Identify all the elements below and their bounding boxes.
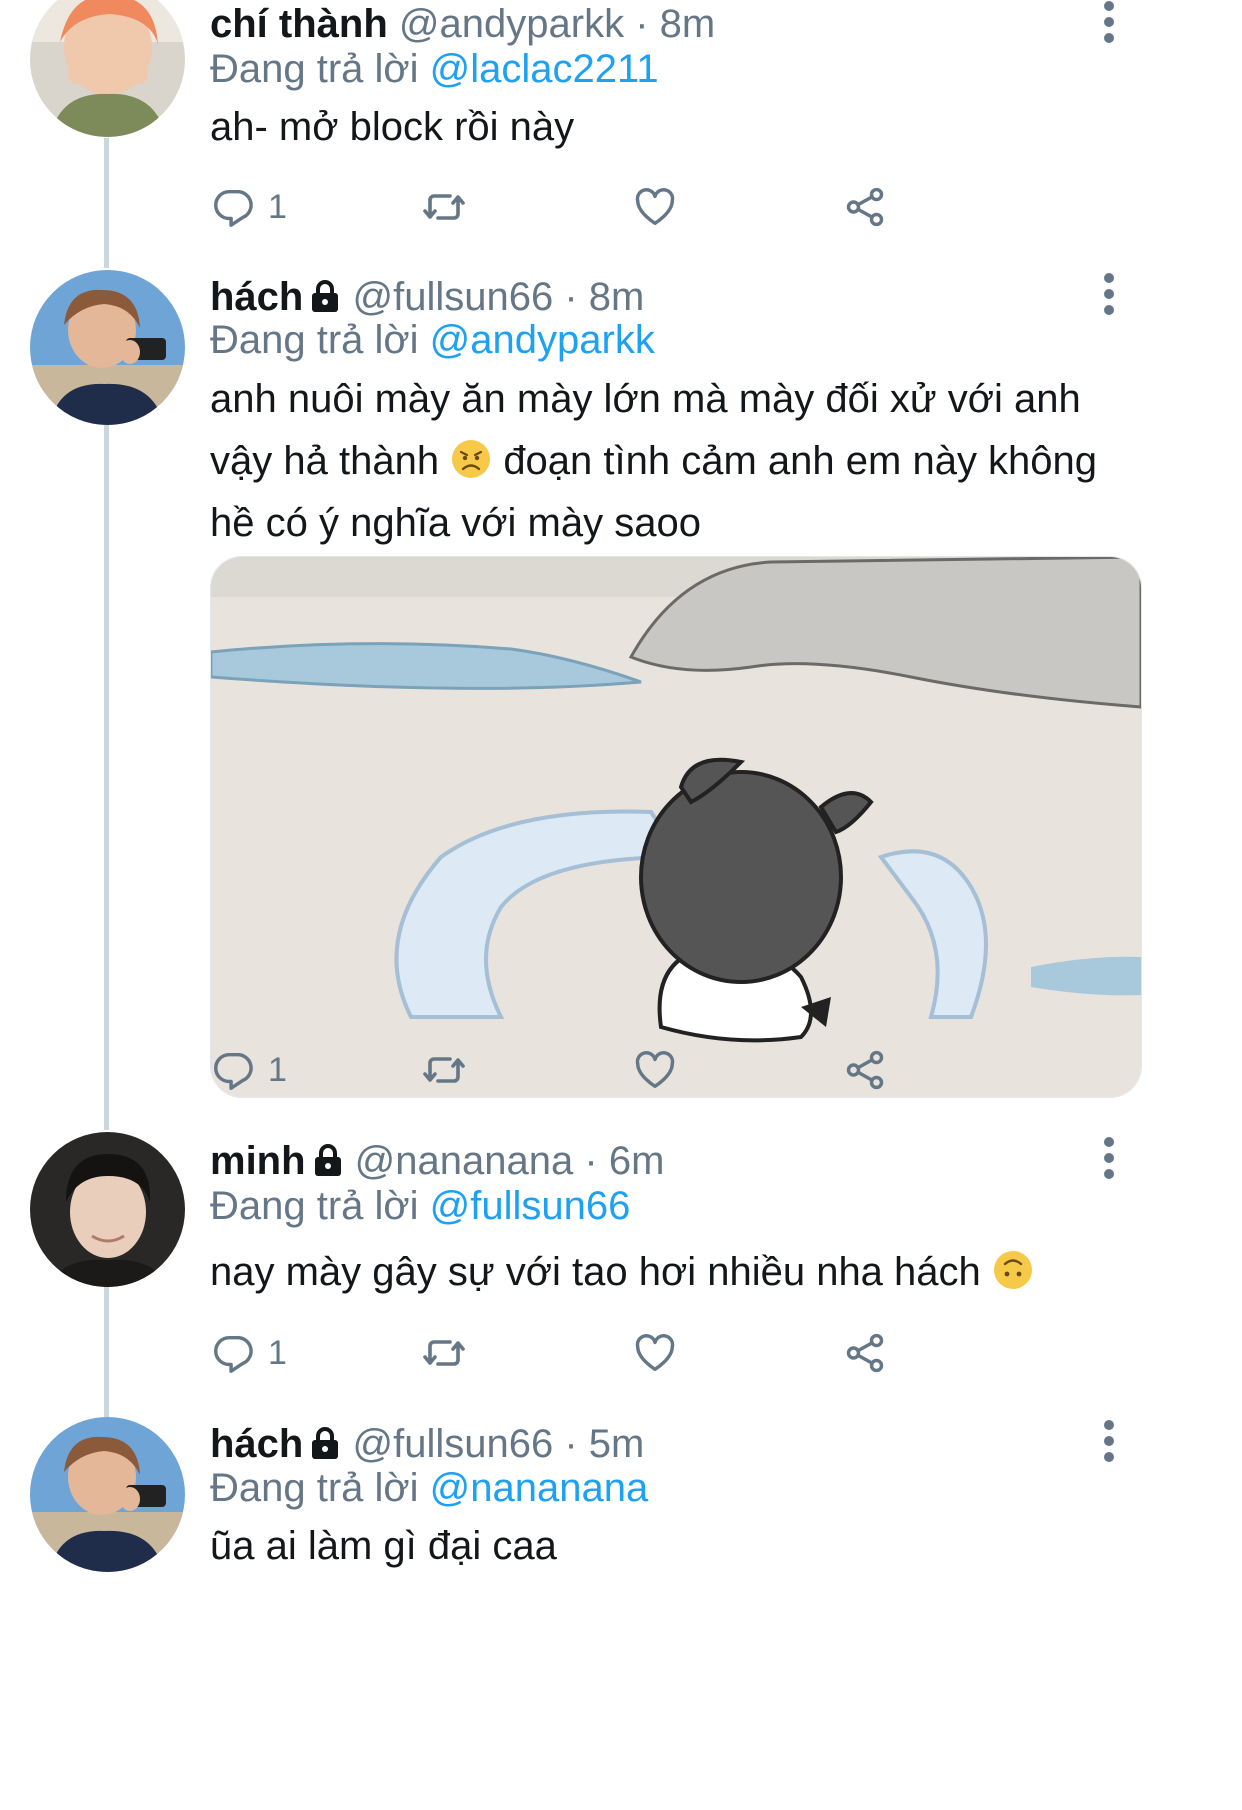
avatar-image — [30, 1417, 185, 1572]
disappointed-face-emoji — [452, 440, 491, 478]
heart-icon — [635, 188, 675, 226]
reply-mention[interactable]: @laclac2211 — [430, 47, 659, 91]
tweet[interactable]: hách @fullsun66 · 8m Đang trả lời @andyp… — [0, 270, 1242, 1132]
tweet-text-segment: đoạn tình cảm anh em này không — [503, 439, 1098, 483]
avatar[interactable] — [30, 1417, 185, 1572]
tweet-text: ah- mở block rồi này — [210, 105, 575, 149]
timestamp[interactable]: 8m — [660, 2, 716, 46]
separator: · — [564, 1422, 578, 1466]
reply-icon — [214, 1335, 253, 1373]
tweet-actions: 1 — [210, 1323, 1010, 1383]
tweet-media-image[interactable] — [210, 556, 1142, 1098]
author-handle[interactable]: @fullsun66 — [352, 275, 553, 319]
author-name[interactable]: minh — [210, 1139, 306, 1183]
reply-prefix: Đang trả lời — [210, 1184, 419, 1228]
tweet[interactable]: minh @nananana · 6m Đang trả lời @fullsu… — [0, 1132, 1242, 1417]
share-button[interactable] — [842, 177, 888, 237]
replying-to: Đang trả lời @andyparkk — [210, 316, 655, 364]
avatar-image — [30, 0, 185, 137]
more-options-icon[interactable] — [1094, 0, 1124, 48]
reply-count: 1 — [268, 187, 287, 226]
tweet-text-line: hề có ý nghĩa với mày saoo — [210, 501, 701, 545]
replying-to: Đang trả lời @fullsun66 — [210, 1182, 630, 1230]
tweet-text-line: anh nuôi mày ăn mày lớn mà mày đối xử vớ… — [210, 377, 1081, 421]
tweet-text-segment: nay mày gây sự với tao hơi nhiều nha hác… — [210, 1250, 981, 1294]
retweet-icon — [423, 1340, 465, 1366]
upside-down-face-emoji — [993, 1251, 1032, 1289]
author-handle[interactable]: @fullsun66 — [352, 1422, 553, 1466]
author-name[interactable]: hách — [210, 275, 303, 319]
share-icon — [846, 1050, 884, 1090]
reply-mention[interactable]: @fullsun66 — [430, 1184, 631, 1228]
reply-button[interactable]: 1 — [210, 177, 287, 237]
heart-icon — [635, 1051, 675, 1089]
tweet-actions: 1 — [210, 177, 1010, 237]
separator: · — [635, 2, 649, 46]
reply-prefix: Đang trả lời — [210, 47, 419, 91]
tweet-actions: 1 — [210, 1040, 1010, 1100]
reply-count: 1 — [268, 1050, 287, 1089]
retweet-button[interactable] — [420, 1323, 468, 1383]
avatar-image — [30, 1132, 185, 1287]
separator: · — [584, 1139, 598, 1183]
author-name[interactable]: chí thành — [210, 2, 388, 46]
tweet-text: nay mày gây sự với tao hơi nhiều nha hác… — [210, 1241, 1170, 1303]
cartoon-image — [211, 557, 1141, 1097]
tweet-text: anh nuôi mày ăn mày lớn mà mày đối xử vớ… — [210, 368, 1170, 554]
avatar[interactable] — [30, 270, 185, 425]
author-handle[interactable]: @nananana — [355, 1139, 574, 1183]
retweet-icon — [423, 1057, 465, 1083]
more-options-icon[interactable] — [1094, 1417, 1124, 1467]
avatar[interactable] — [30, 1132, 185, 1287]
like-button[interactable] — [632, 177, 678, 237]
reply-prefix: Đang trả lời — [210, 318, 419, 362]
reply-button[interactable]: 1 — [210, 1040, 287, 1100]
tweet[interactable]: hách @fullsun66 · 5m Đang trả lời @nanan… — [0, 1417, 1242, 1810]
reply-prefix: Đang trả lời — [210, 1466, 419, 1510]
timestamp[interactable]: 8m — [589, 275, 645, 319]
retweet-icon — [423, 194, 465, 220]
share-icon — [846, 187, 884, 227]
share-button[interactable] — [842, 1323, 888, 1383]
reply-mention[interactable]: @andyparkk — [430, 318, 655, 362]
tweet[interactable]: chí thành @andyparkk · 8m Đang trả lời @… — [0, 0, 1242, 270]
more-options-icon[interactable] — [1094, 1134, 1124, 1184]
replying-to: Đang trả lời @laclac2211 — [210, 45, 659, 93]
avatar[interactable] — [30, 0, 185, 137]
share-icon — [846, 1333, 884, 1373]
reply-count: 1 — [268, 1333, 287, 1372]
like-button[interactable] — [632, 1323, 678, 1383]
reply-icon — [214, 189, 253, 227]
timestamp[interactable]: 5m — [589, 1422, 645, 1466]
reply-mention[interactable]: @nananana — [430, 1466, 649, 1510]
lock-icon — [312, 280, 339, 312]
reply-button[interactable]: 1 — [210, 1323, 287, 1383]
share-button[interactable] — [842, 1040, 888, 1100]
retweet-button[interactable] — [420, 177, 468, 237]
replying-to: Đang trả lời @nananana — [210, 1464, 648, 1512]
tweet-text-segment: vậy hả thành — [210, 439, 440, 483]
author-name[interactable]: hách — [210, 1422, 303, 1466]
retweet-button[interactable] — [420, 1040, 468, 1100]
tweet-text: ũa ai làm gì đại caa — [210, 1524, 557, 1568]
like-button[interactable] — [632, 1040, 678, 1100]
separator: · — [564, 275, 578, 319]
heart-icon — [635, 1334, 675, 1372]
lock-icon — [312, 1427, 339, 1459]
lock-icon — [314, 1144, 341, 1176]
author-handle[interactable]: @andyparkk — [399, 2, 624, 46]
more-options-icon[interactable] — [1094, 270, 1124, 320]
reply-icon — [214, 1052, 253, 1090]
tweet-text-line: vậy hả thành đoạn tình cảm anh em này kh… — [210, 430, 1170, 492]
avatar-image — [30, 270, 185, 425]
timestamp[interactable]: 6m — [609, 1139, 665, 1183]
